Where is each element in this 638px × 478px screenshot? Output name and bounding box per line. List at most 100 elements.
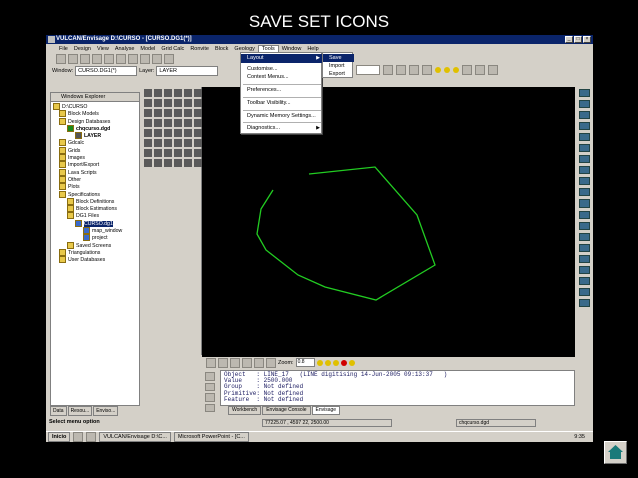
split-icon[interactable] <box>154 119 162 127</box>
quicklaunch-icon[interactable] <box>86 432 97 442</box>
section-icon[interactable] <box>164 139 172 147</box>
offset-icon[interactable] <box>184 119 192 127</box>
paste-icon[interactable] <box>116 54 126 64</box>
distribute-icon[interactable] <box>154 149 162 157</box>
tree-item[interactable]: Specifications <box>53 190 139 198</box>
menu-design[interactable]: Design <box>71 46 94 52</box>
zoom-input[interactable]: 0.8 <box>295 358 315 367</box>
yellow-light-icon[interactable] <box>348 359 355 366</box>
window-titlebar[interactable]: VULCAN/Envisage D:\CURSO - [CURSO.DG1(*)… <box>46 35 593 44</box>
start-button[interactable]: Inicio <box>48 432 71 442</box>
query-icon[interactable] <box>174 129 182 137</box>
lock-tool-icon[interactable] <box>184 149 192 157</box>
submenu-item-import[interactable]: Import <box>323 62 354 70</box>
tab-envisage[interactable]: Enviso... <box>93 406 119 416</box>
pencil-icon[interactable] <box>462 65 472 75</box>
yellow-light-icon[interactable] <box>332 359 339 366</box>
submenu-item-export[interactable]: Export <box>323 70 354 78</box>
move-icon[interactable] <box>154 109 162 117</box>
solid-icon[interactable] <box>194 139 202 147</box>
yellow-light-icon[interactable] <box>324 359 331 366</box>
vertex-icon[interactable] <box>154 159 162 167</box>
hide-icon[interactable] <box>194 149 202 157</box>
menu-item-context-menus[interactable]: Context Menus... <box>241 73 323 82</box>
tree-item[interactable]: project <box>53 234 139 242</box>
print-icon[interactable] <box>152 54 162 64</box>
tree-item[interactable]: Import/Export <box>53 161 139 169</box>
layers-view-icon[interactable] <box>578 276 590 285</box>
minimize-button[interactable]: _ <box>565 36 573 43</box>
fill-icon[interactable] <box>194 99 202 107</box>
pan-icon[interactable] <box>578 111 590 120</box>
yellow-dot-icon[interactable] <box>453 67 459 73</box>
zoom-window-icon[interactable] <box>242 357 252 368</box>
menu-analyse[interactable]: Analyse <box>112 46 138 52</box>
zoom-in-icon[interactable] <box>578 89 590 98</box>
block-icon[interactable] <box>184 139 192 147</box>
tab-data[interactable]: Data <box>50 406 67 416</box>
menu-ronvite[interactable]: Ronvite <box>187 46 212 52</box>
save-view-icon[interactable] <box>578 287 590 296</box>
menu-item-layout[interactable]: Layout ▶ <box>241 54 323 63</box>
tree-item[interactable]: Gdcalc <box>53 139 139 147</box>
polygon-icon[interactable] <box>174 89 182 97</box>
yellow-light-icon[interactable] <box>316 359 323 366</box>
quicklaunch-icon[interactable] <box>73 432 84 442</box>
layer-select[interactable]: LAYER <box>156 66 219 76</box>
tree-item[interactable]: map_window <box>53 227 139 235</box>
console-close-icon[interactable] <box>205 372 215 381</box>
hatch-icon[interactable] <box>184 99 192 107</box>
zoom-out-icon[interactable] <box>578 100 590 109</box>
group-icon[interactable] <box>164 149 172 157</box>
tree-item[interactable]: Saved Screens <box>53 241 139 249</box>
tab-workbench[interactable]: Workbench <box>228 406 262 415</box>
brush-icon[interactable] <box>488 65 498 75</box>
close-line-icon[interactable] <box>194 159 202 167</box>
menu-model[interactable]: Model <box>137 46 158 52</box>
menu-geology[interactable]: Geology <box>231 46 258 52</box>
extend-icon[interactable] <box>174 119 182 127</box>
view-front-icon[interactable] <box>578 155 590 164</box>
perspective-icon[interactable] <box>578 188 590 197</box>
menu-view[interactable]: View <box>94 46 112 52</box>
console-save-icon[interactable] <box>205 403 215 412</box>
menu-item-preferences[interactable]: Preferences... <box>241 86 323 95</box>
copy-icon[interactable] <box>104 54 114 64</box>
restore-view-icon[interactable] <box>578 298 590 307</box>
tree-item[interactable]: Design Databases <box>53 117 139 125</box>
smooth-icon[interactable] <box>194 119 202 127</box>
lock-icon[interactable] <box>422 65 432 75</box>
text-icon[interactable] <box>164 99 172 107</box>
open-folder-icon[interactable] <box>68 54 78 64</box>
yellow-dot-icon[interactable] <box>444 67 450 73</box>
menu-file[interactable]: File <box>56 46 71 52</box>
console-pin-icon[interactable] <box>205 382 215 391</box>
select-icon[interactable] <box>144 89 152 97</box>
attribute-icon[interactable] <box>184 129 192 137</box>
grid-tool-icon[interactable] <box>174 139 182 147</box>
shade-icon[interactable] <box>578 221 590 230</box>
ungroup-icon[interactable] <box>174 149 182 157</box>
scale-bar-icon[interactable] <box>578 254 590 263</box>
view-tool-icon[interactable] <box>206 357 216 368</box>
tree-item[interactable]: D:\CURSO <box>53 103 139 110</box>
menu-help[interactable]: Help <box>304 46 321 52</box>
wire-icon[interactable] <box>578 232 590 241</box>
tree-item[interactable]: Block Estimations <box>53 205 139 213</box>
grid-view-icon[interactable] <box>578 265 590 274</box>
symbol-icon[interactable] <box>174 99 182 107</box>
pan-tool-icon[interactable] <box>254 357 264 368</box>
axes-icon[interactable] <box>578 243 590 252</box>
light-icon[interactable] <box>578 210 590 219</box>
grid-icon[interactable] <box>154 99 162 107</box>
clip-icon[interactable] <box>578 199 590 208</box>
tree-item-selected[interactable]: CURSO.dg1 <box>53 219 139 227</box>
new-file-icon[interactable] <box>56 54 66 64</box>
tree-item[interactable]: Lava Scripts <box>53 168 139 176</box>
rotate-view-icon[interactable] <box>578 122 590 131</box>
copy-icon[interactable] <box>164 109 172 117</box>
arrow-icon[interactable] <box>144 159 152 167</box>
tree-item[interactable]: Other <box>53 175 139 183</box>
mirror-icon[interactable] <box>194 109 202 117</box>
tab-envisage[interactable]: Envisage <box>311 406 341 415</box>
